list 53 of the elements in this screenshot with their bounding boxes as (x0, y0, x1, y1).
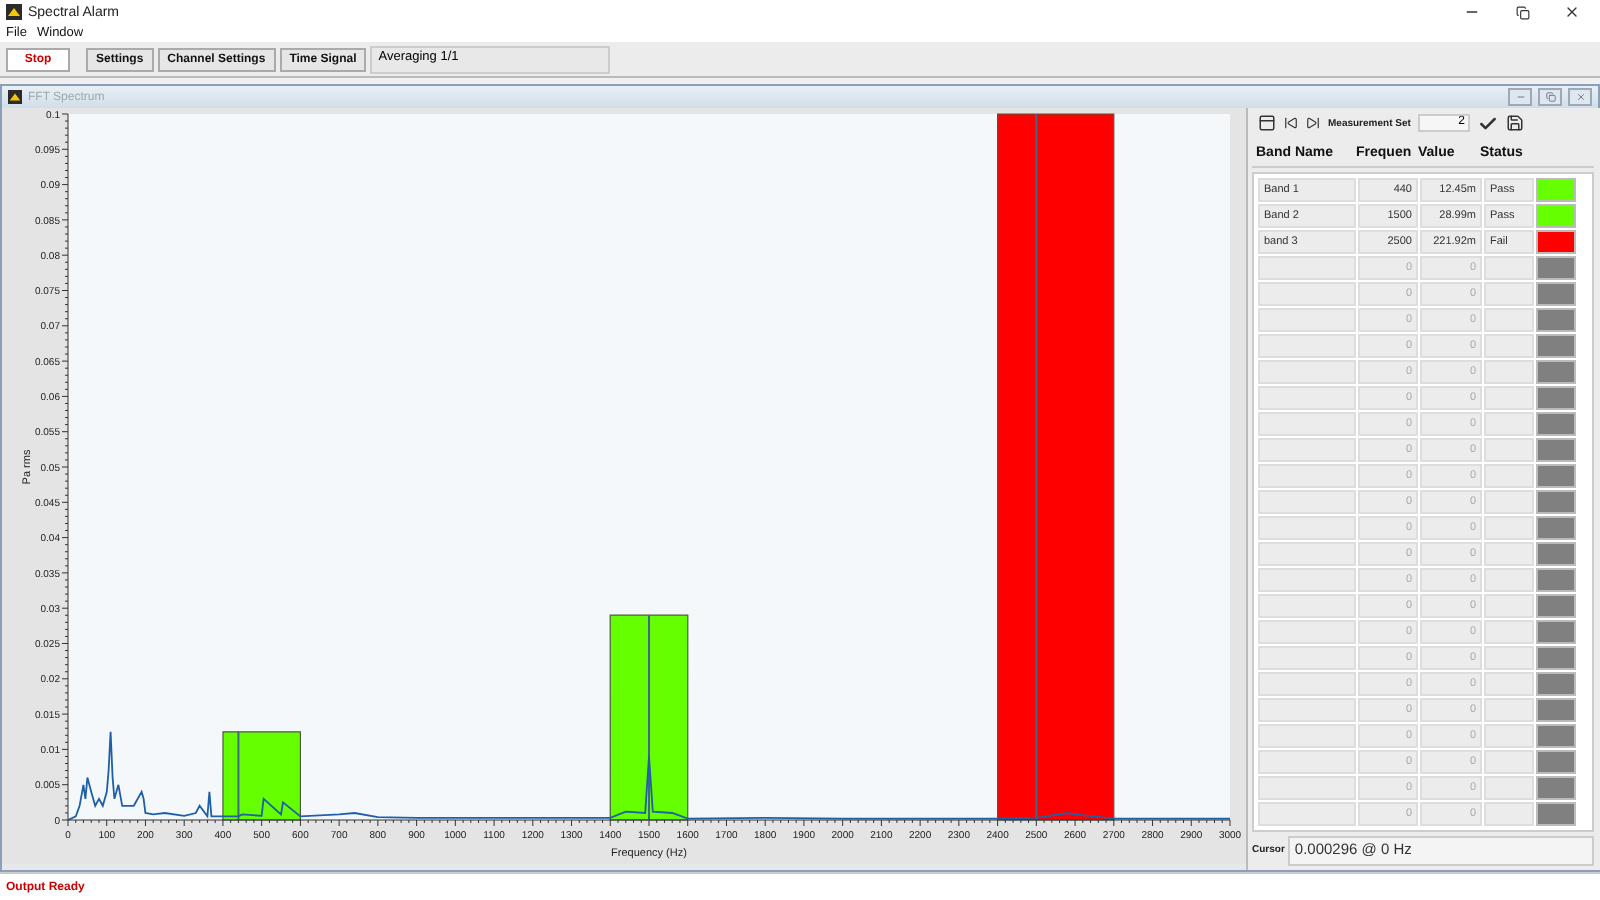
status-cell (1484, 490, 1534, 514)
status-cell (1484, 542, 1534, 566)
status-cell (1484, 802, 1534, 826)
status-cell (1484, 386, 1534, 410)
check-icon[interactable] (1478, 113, 1499, 134)
status-cell (1484, 724, 1534, 748)
band-name-cell (1258, 620, 1356, 644)
status-cell (1484, 282, 1534, 306)
app-logo-icon (8, 90, 22, 104)
first-icon[interactable] (1284, 116, 1298, 131)
band-name-cell (1258, 750, 1356, 774)
status-cell (1484, 464, 1534, 488)
band-name-cell (1258, 568, 1356, 592)
band-name-cell (1258, 646, 1356, 670)
band-name-cell (1258, 698, 1356, 722)
band-name-cell (1258, 308, 1356, 332)
status-cell (1484, 438, 1534, 462)
band-name-cell (1258, 776, 1356, 800)
band-name-cell (1258, 672, 1356, 696)
save-icon[interactable] (1506, 114, 1525, 133)
band-name-cell (1258, 282, 1356, 306)
status-cell (1484, 750, 1534, 774)
status-cell (1484, 516, 1534, 540)
alarm-band (222, 731, 301, 821)
band-name-cell (1258, 256, 1356, 280)
band-name-cell (1258, 724, 1356, 748)
band-name-cell (1258, 360, 1356, 384)
band-name-cell (1258, 386, 1356, 410)
status-cell (1484, 698, 1534, 722)
band-name-cell (1258, 802, 1356, 826)
status-cell (1484, 646, 1534, 670)
band-name-cell (1258, 594, 1356, 618)
status-cell (1484, 568, 1534, 592)
band-name-cell (1258, 490, 1356, 514)
band-name-cell (1258, 516, 1356, 540)
status-cell (1484, 620, 1534, 644)
band-name-cell (1258, 334, 1356, 358)
band-name-cell (1258, 464, 1356, 488)
status-cell (1484, 360, 1534, 384)
status-cell (1484, 776, 1534, 800)
app-logo-icon (6, 4, 22, 20)
band-name-cell (1258, 412, 1356, 436)
panel-icon[interactable] (1258, 114, 1276, 133)
last-icon[interactable] (1306, 116, 1320, 131)
status-cell (1484, 308, 1534, 332)
status-cell (1484, 412, 1534, 436)
status-cell (1484, 594, 1534, 618)
status-cell (1484, 672, 1534, 696)
status-cell (1484, 256, 1534, 280)
band-name-cell (1258, 438, 1356, 462)
status-cell (1484, 334, 1534, 358)
band-name-cell (1258, 542, 1356, 566)
band-frequency-line (237, 730, 240, 821)
